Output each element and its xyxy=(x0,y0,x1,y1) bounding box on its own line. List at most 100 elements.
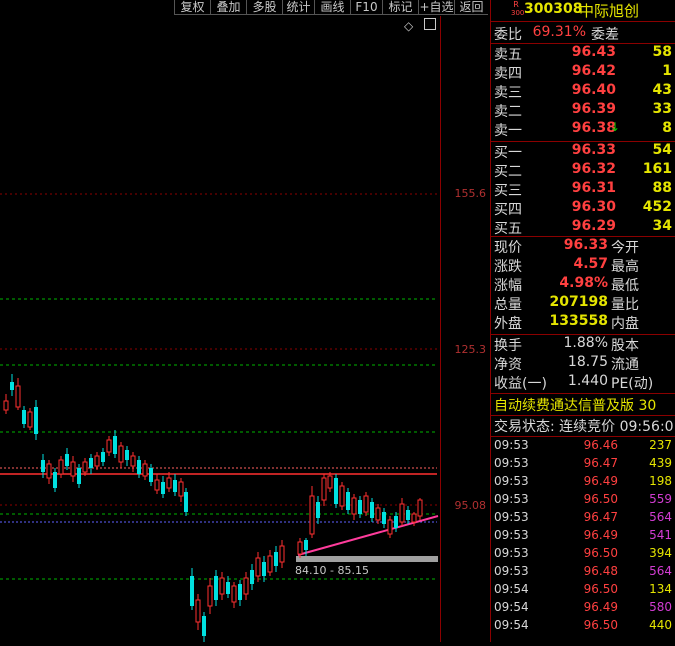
tick-volume: 541 xyxy=(649,528,672,542)
candlestick-svg xyxy=(0,193,440,642)
bid-label: 买四 xyxy=(494,202,522,218)
promo-banner[interactable]: 自动续费通达信普及版 30 xyxy=(491,395,675,414)
bid-row: 买五 96.29 34 xyxy=(491,218,675,237)
tick-time: 09:53 xyxy=(494,474,529,488)
candle-body xyxy=(382,512,386,524)
candle-body xyxy=(202,616,206,636)
candle-body xyxy=(346,492,350,510)
tick-volume: 394 xyxy=(649,546,672,560)
candle-body xyxy=(184,492,188,512)
quote-label: 总量 xyxy=(494,297,522,313)
add-watchlist-button[interactable]: +自选 xyxy=(418,0,454,15)
candle-body xyxy=(58,459,64,475)
stock-name: 中际旭创 xyxy=(579,2,640,20)
candle-body xyxy=(394,516,398,528)
candle-body xyxy=(101,452,105,462)
range-label: 84.10 - 85.15 xyxy=(295,564,369,577)
candle-body xyxy=(358,500,362,514)
quote-row: 现价 96.33 今开 xyxy=(491,237,675,256)
order-ratio-row: 委比 69.31% 委差 xyxy=(491,24,675,43)
candle-body xyxy=(363,495,369,513)
ask-price: 96.42 xyxy=(571,63,616,79)
quote-value: 96.33 xyxy=(563,237,608,253)
fundamental-label: 换手 xyxy=(494,338,522,354)
tick-time: 09:53 xyxy=(494,564,529,578)
adjust-rights-button[interactable]: 复权 xyxy=(174,0,210,15)
fundamental-row: 净资 18.75 流通 xyxy=(491,354,675,373)
fundamental-value: 1.88% xyxy=(563,335,608,351)
ask-volume: 58 xyxy=(652,44,672,60)
candle-body xyxy=(65,454,69,466)
tick-volume: 580 xyxy=(649,600,672,614)
ask-label: 卖五 xyxy=(494,47,522,63)
candle-body xyxy=(27,411,33,428)
bid-label: 买一 xyxy=(494,145,522,161)
bid-volume: 34 xyxy=(652,218,672,234)
tick-price: 96.47 xyxy=(583,456,618,470)
divider xyxy=(491,436,675,437)
candle-body xyxy=(22,410,26,424)
tick-row: 09:53 96.46 237 xyxy=(491,438,675,456)
candle-body xyxy=(214,576,218,600)
candle-body xyxy=(3,400,9,411)
range-bar xyxy=(296,556,438,562)
candle-body xyxy=(255,557,261,577)
candle-body xyxy=(41,460,45,472)
tick-volume: 134 xyxy=(649,582,672,596)
candle-body xyxy=(113,436,117,454)
candle-body xyxy=(327,475,333,489)
candlestick-chart[interactable]: 84.10 - 85.15 ◇ xyxy=(0,16,440,642)
tick-row: 09:54 96.50 134 xyxy=(491,582,675,600)
stock-title: R 300 300308 中际旭创 xyxy=(491,0,675,20)
bid-label: 买二 xyxy=(494,164,522,180)
f10-button[interactable]: F10 xyxy=(350,0,382,15)
quote-panel: R 300 300308 中际旭创 委比 69.31% 委差 卖五 96.43 58 卖… xyxy=(490,0,675,642)
tick-time: 09:53 xyxy=(494,456,529,470)
tick-price: 96.50 xyxy=(583,492,618,506)
quote-label: 涨幅 xyxy=(494,278,522,294)
candle-body xyxy=(406,510,410,520)
back-button[interactable]: 返回 xyxy=(454,0,488,15)
tick-time: 09:53 xyxy=(494,492,529,506)
candle-body xyxy=(173,480,177,492)
mark-button[interactable]: 标记 xyxy=(382,0,418,15)
bid-volume: 161 xyxy=(642,161,672,177)
quote-value: 207198 xyxy=(549,294,608,310)
draw-line-button[interactable]: 画线 xyxy=(314,0,350,15)
candle-body xyxy=(154,479,160,491)
fundamental-row: 收益(一) 1.440 PE(动) xyxy=(491,373,675,392)
multi-stock-button[interactable]: 多股 xyxy=(246,0,282,15)
ask-row: 卖二 96.39 33 xyxy=(491,101,675,120)
candle-body xyxy=(238,584,242,600)
quote-row: 总量 207198 量比 xyxy=(491,294,675,313)
maximize-icon[interactable] xyxy=(424,18,436,30)
candle-body xyxy=(89,458,93,468)
bid-price: 96.29 xyxy=(571,218,616,234)
overlay-button[interactable]: 叠加 xyxy=(210,0,246,15)
bid-volume: 88 xyxy=(652,180,672,196)
tick-volume: 440 xyxy=(649,618,672,632)
tick-volume: 564 xyxy=(649,510,672,524)
axis-label-9508: 95.08 xyxy=(454,499,487,512)
promo-text[interactable]: 自动续费通达信普及版 30 xyxy=(494,395,656,415)
tick-price: 96.50 xyxy=(583,618,618,632)
fundamental-label-2: 流通 xyxy=(611,357,639,373)
candles-group xyxy=(3,374,423,642)
tick-time: 09:54 xyxy=(494,618,529,632)
bid-label: 买三 xyxy=(494,183,522,199)
tick-price: 96.47 xyxy=(583,510,618,524)
diamond-icon[interactable]: ◇ xyxy=(404,19,413,33)
candle-body xyxy=(231,585,237,603)
candle-body xyxy=(334,478,338,504)
tick-volume: 564 xyxy=(649,564,672,578)
order-diff-label: 委差 xyxy=(591,27,619,43)
order-ratio-label: 委比 xyxy=(494,27,522,43)
candle-body xyxy=(149,468,153,482)
statistics-button[interactable]: 统计 xyxy=(282,0,314,15)
bid-price: 96.30 xyxy=(571,199,616,215)
candle-body xyxy=(94,455,100,467)
candle-body xyxy=(243,577,249,595)
quote-value: 4.98% xyxy=(559,275,608,291)
tick-row: 09:54 96.50 440 xyxy=(491,618,675,636)
quote-value: 4.57 xyxy=(573,256,608,272)
